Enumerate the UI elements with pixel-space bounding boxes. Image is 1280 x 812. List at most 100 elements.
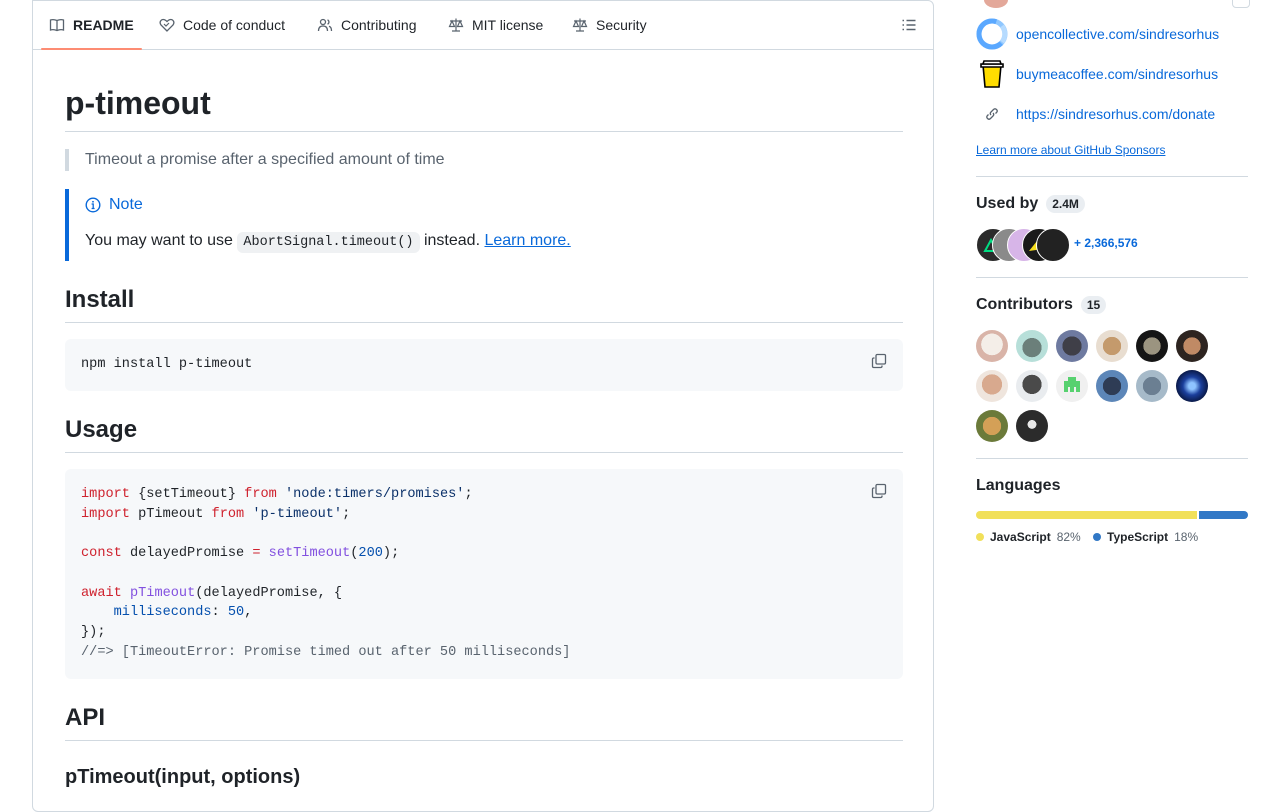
- sponsor-button[interactable]: [1232, 0, 1250, 8]
- code-token: ;: [464, 487, 473, 502]
- code-token: 200: [358, 546, 383, 562]
- used-by-more-link[interactable]: + 2,366,576: [1074, 236, 1138, 250]
- note-text-after: instead.: [419, 232, 485, 249]
- law-icon: [572, 18, 588, 32]
- link-icon: [976, 98, 1008, 130]
- contributor-avatar[interactable]: [1096, 370, 1128, 402]
- used-by-avatars[interactable]: [976, 228, 1076, 262]
- contributors-title: Contributors: [976, 296, 1073, 313]
- readme-tabs: README Code of conduct Contributing MIT …: [33, 1, 933, 50]
- tab-code-of-conduct[interactable]: Code of conduct: [159, 1, 285, 49]
- language-percent: 18%: [1174, 530, 1199, 544]
- used-by-heading[interactable]: Used by 2.4M: [976, 195, 1085, 213]
- install-heading: Install: [65, 286, 135, 313]
- code-token: delayedPromise: [121, 546, 253, 562]
- law-icon: [448, 18, 464, 32]
- sponsor-label: opencollective.com/sindresorhus: [1016, 26, 1220, 42]
- code-token: :: [211, 605, 228, 621]
- code-token: );: [382, 546, 400, 562]
- tab-readme[interactable]: README: [41, 1, 142, 50]
- tab-license-label: MIT license: [472, 17, 544, 33]
- sponsor-link-buymeacoffee[interactable]: buymeacoffee.com/sindresorhus: [976, 58, 1218, 90]
- tab-code-of-conduct-label: Code of conduct: [183, 17, 285, 33]
- contributor-avatar[interactable]: [1016, 370, 1048, 402]
- code-token: from: [211, 506, 245, 522]
- language-bar-typescript: [1199, 511, 1248, 519]
- tab-license[interactable]: MIT license: [448, 1, 543, 49]
- install-code-block: npm install p-timeout: [65, 339, 903, 391]
- sponsor-label: https://sindresorhus.com/donate: [1016, 106, 1216, 122]
- info-icon: [85, 197, 101, 213]
- divider: [65, 452, 903, 453]
- contributor-avatar[interactable]: [1056, 330, 1088, 362]
- contributor-avatar[interactable]: [1016, 330, 1048, 362]
- contributors-heading[interactable]: Contributors 15: [976, 296, 1107, 314]
- book-icon: [49, 18, 65, 32]
- usage-code-block: import {setTimeout} from 'node:timers/pr…: [65, 469, 903, 679]
- contributor-avatar[interactable]: [976, 330, 1008, 362]
- note-text-before: You may want to use: [85, 232, 238, 249]
- language-percent: 82%: [1056, 530, 1081, 544]
- api-heading: API: [65, 704, 106, 731]
- opencollective-icon: [976, 18, 1008, 50]
- language-javascript[interactable]: JavaScript 82%: [976, 530, 1081, 544]
- code-token: pTimeout: [129, 506, 212, 522]
- tab-contributing[interactable]: Contributing: [317, 1, 417, 49]
- used-by-title: Used by: [976, 195, 1039, 212]
- note-body: You may want to use AbortSignal.timeout(…: [85, 231, 571, 253]
- divider: [976, 277, 1248, 278]
- code-token: (delayedPromise, {: [195, 585, 343, 601]
- contributor-avatar[interactable]: [1136, 330, 1168, 362]
- contributor-avatar[interactable]: [1176, 330, 1208, 362]
- tab-security-label: Security: [596, 17, 647, 33]
- code-token: 'node:timers/promises': [284, 487, 465, 502]
- note-title-label: Note: [109, 196, 143, 213]
- code-token: 50: [227, 605, 245, 621]
- note-code: AbortSignal.timeout(): [237, 232, 420, 253]
- language-bar-javascript: [976, 511, 1198, 519]
- code-token: from: [244, 487, 277, 502]
- language-dot: [1093, 533, 1101, 541]
- code-token: milliseconds: [113, 605, 212, 621]
- contributor-avatar[interactable]: [1136, 370, 1168, 402]
- language-name: JavaScript: [990, 530, 1051, 544]
- heart-handshake-icon: [159, 18, 175, 32]
- install-code: npm install p-timeout: [81, 357, 253, 372]
- readme-title: p-timeout: [65, 85, 211, 121]
- sponsor-link-donate[interactable]: https://sindresorhus.com/donate: [976, 98, 1215, 130]
- contributor-avatar[interactable]: [976, 370, 1008, 402]
- list-outline-icon[interactable]: [901, 17, 917, 33]
- code-token: ,: [244, 605, 253, 621]
- language-typescript[interactable]: TypeScript 18%: [1093, 530, 1198, 544]
- sponsor-link-opencollective[interactable]: opencollective.com/sindresorhus: [976, 18, 1219, 50]
- code-token: =: [252, 546, 261, 562]
- copy-icon[interactable]: [871, 483, 887, 499]
- contributor-avatar[interactable]: [1176, 370, 1208, 402]
- divider: [65, 131, 903, 132]
- note-title: Note: [85, 195, 143, 215]
- code-token: 'p-timeout': [252, 506, 343, 522]
- copy-icon[interactable]: [871, 353, 887, 369]
- readme-panel: README Code of conduct Contributing MIT …: [32, 0, 934, 812]
- tab-security[interactable]: Security: [572, 1, 647, 49]
- contributor-avatar[interactable]: [976, 410, 1008, 442]
- contributor-avatar[interactable]: [1016, 410, 1048, 442]
- avatar: [984, 0, 1008, 8]
- contributor-avatar[interactable]: [1096, 330, 1128, 362]
- api-subheading: pTimeout(input, options): [65, 766, 301, 788]
- code-token: const: [81, 546, 122, 562]
- note-learn-more-link[interactable]: Learn more.: [484, 232, 570, 249]
- languages-bar: [976, 511, 1248, 519]
- usage-heading: Usage: [65, 416, 138, 443]
- contributors-counter: 15: [1080, 296, 1107, 314]
- contributor-avatar[interactable]: [1056, 370, 1088, 402]
- tab-contributing-label: Contributing: [341, 17, 417, 33]
- code-token: pTimeout: [129, 585, 196, 601]
- languages-heading: Languages: [976, 477, 1061, 494]
- learn-more-sponsors-link[interactable]: Learn more about GitHub Sponsors: [976, 143, 1165, 157]
- note-callout: Note You may want to use AbortSignal.tim…: [65, 189, 903, 261]
- tab-readme-label: README: [73, 17, 134, 33]
